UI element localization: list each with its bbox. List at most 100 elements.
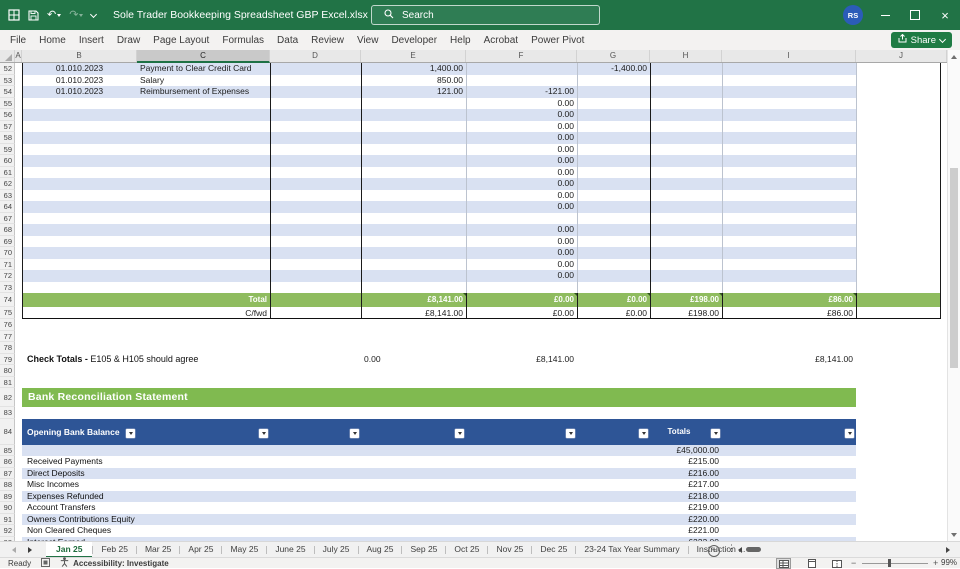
row-number[interactable]: 56 xyxy=(0,109,15,121)
save-icon[interactable] xyxy=(28,8,39,22)
row-number[interactable]: 91 xyxy=(0,513,15,525)
row-number[interactable]: 62 xyxy=(0,178,15,190)
filter-button[interactable] xyxy=(455,428,464,438)
filter-button[interactable] xyxy=(845,428,854,438)
hscroll-right-icon[interactable] xyxy=(946,547,950,553)
ribbon-tab-page-layout[interactable]: Page Layout xyxy=(153,35,209,46)
zoom-slider-thumb[interactable] xyxy=(888,559,891,567)
column-header-j[interactable]: J xyxy=(856,50,947,62)
tab-menu-icon[interactable] xyxy=(727,543,736,554)
row-number[interactable]: 75 xyxy=(0,307,15,319)
row-number[interactable]: 71 xyxy=(0,258,15,270)
cell-e[interactable]: £8,141.00 xyxy=(361,307,466,319)
quick-access-chevron-icon[interactable] xyxy=(90,8,98,22)
search-input[interactable]: Search xyxy=(371,5,600,25)
column-header-d[interactable]: D xyxy=(270,50,361,62)
avatar[interactable]: RS xyxy=(843,5,863,25)
cell-f[interactable]: 0.00 xyxy=(466,132,577,144)
accessibility-status[interactable]: Accessibility: Investigate xyxy=(73,559,169,568)
select-all-corner[interactable] xyxy=(0,50,15,62)
page-break-view-icon[interactable] xyxy=(830,559,843,568)
sheet-tab-nov-25[interactable]: Nov 25 xyxy=(488,542,531,558)
filter-button[interactable] xyxy=(126,428,135,438)
filter-button[interactable] xyxy=(259,428,268,438)
zoom-out-icon[interactable]: − xyxy=(851,558,856,568)
cell-f[interactable]: £8,141.00 xyxy=(466,354,577,366)
cell-f[interactable]: 0.00 xyxy=(466,121,577,133)
cell-f[interactable]: 0.00 xyxy=(466,259,577,271)
sheet-tab-jan-25[interactable]: Jan 25 xyxy=(46,542,93,558)
column-header-g[interactable]: G xyxy=(577,50,650,62)
column-header-f[interactable]: F xyxy=(466,50,577,62)
row-number[interactable]: 77 xyxy=(0,330,15,342)
ribbon-tab-draw[interactable]: Draw xyxy=(117,35,140,46)
sheet-tab-dec-25[interactable]: Dec 25 xyxy=(532,542,575,558)
new-sheet-icon[interactable] xyxy=(708,544,720,557)
row-number[interactable]: 92 xyxy=(0,525,15,537)
vertical-scrollbar[interactable] xyxy=(947,50,960,541)
sheet-tab-may-25[interactable]: May 25 xyxy=(222,542,266,558)
cell-b[interactable]: 01.010.2023 xyxy=(22,75,137,87)
normal-view-icon[interactable] xyxy=(776,558,791,569)
share-button[interactable]: Share xyxy=(890,32,952,48)
cell-f[interactable]: £0.00 xyxy=(466,293,577,307)
cell-h[interactable]: £215.00 xyxy=(650,456,722,468)
sheet-tab-july-25[interactable]: July 25 xyxy=(315,542,358,558)
column-header-b[interactable]: B xyxy=(22,50,137,62)
filter-button[interactable] xyxy=(350,428,359,438)
cell-f[interactable]: 0.00 xyxy=(466,144,577,156)
ribbon-tab-file[interactable]: File xyxy=(10,35,26,46)
ribbon-tab-data[interactable]: Data xyxy=(277,35,298,46)
minimize-button[interactable] xyxy=(872,0,898,30)
restore-button[interactable] xyxy=(902,0,928,30)
tab-nav-left-icon[interactable] xyxy=(12,547,16,553)
cell-h[interactable]: £216.00 xyxy=(650,468,722,480)
cell-c[interactable]: Total xyxy=(137,293,270,307)
filter-button[interactable] xyxy=(566,428,575,438)
row-number[interactable]: 68 xyxy=(0,224,15,236)
row-number[interactable]: 76 xyxy=(0,319,15,331)
cell-e[interactable]: 1,400.00 xyxy=(361,63,466,75)
cell-f[interactable]: 0.00 xyxy=(466,98,577,110)
row-number[interactable]: 88 xyxy=(0,479,15,491)
zoom-slider-track[interactable] xyxy=(862,563,928,564)
ribbon-tab-developer[interactable]: Developer xyxy=(391,35,437,46)
column-header-e[interactable]: E xyxy=(361,50,466,62)
filter-button[interactable] xyxy=(639,428,648,438)
column-header-a[interactable]: A xyxy=(15,50,22,62)
row-number[interactable]: 64 xyxy=(0,201,15,213)
sheet-tab-aug-25[interactable]: Aug 25 xyxy=(359,542,402,558)
cell-f[interactable]: 0.00 xyxy=(466,109,577,121)
cell-f[interactable]: 0.00 xyxy=(466,270,577,282)
sheet-tab-23-24-tax-year-summary[interactable]: 23-24 Tax Year Summary xyxy=(576,542,687,558)
cell-c[interactable]: C/fwd xyxy=(137,307,270,319)
ribbon-tab-home[interactable]: Home xyxy=(39,35,66,46)
vertical-scrollbar-thumb[interactable] xyxy=(950,168,958,368)
row-number[interactable]: 79 xyxy=(0,353,15,365)
row-number[interactable]: 60 xyxy=(0,155,15,167)
cell-g[interactable]: £0.00 xyxy=(577,307,650,319)
cell-f[interactable]: 0.00 xyxy=(466,201,577,213)
row-number[interactable]: 61 xyxy=(0,166,15,178)
row-number[interactable]: 85 xyxy=(0,444,15,456)
sheet-tab-june-25[interactable]: June 25 xyxy=(267,542,313,558)
cell-f[interactable]: 0.00 xyxy=(466,224,577,236)
row-number[interactable]: 80 xyxy=(0,365,15,377)
cell-c[interactable]: Reimbursement of Expenses xyxy=(137,86,270,98)
cell-h[interactable]: £219.00 xyxy=(650,502,722,514)
cell-f[interactable]: 0.00 xyxy=(466,236,577,248)
column-header-h[interactable]: H xyxy=(650,50,722,62)
cell-g[interactable]: £0.00 xyxy=(577,293,650,307)
row-number[interactable]: 63 xyxy=(0,189,15,201)
cell-b[interactable]: 01.010.2023 xyxy=(22,63,137,75)
cell-g[interactable]: -1,400.00 xyxy=(577,63,650,75)
cell-c[interactable]: Payment to Clear Credit Card xyxy=(137,63,270,75)
row-number[interactable]: 73 xyxy=(0,281,15,293)
row-number[interactable]: 86 xyxy=(0,456,15,468)
cell-f[interactable]: 0.00 xyxy=(466,178,577,190)
cell-e[interactable]: 850.00 xyxy=(361,75,466,87)
ribbon-tab-insert[interactable]: Insert xyxy=(79,35,104,46)
cell-b[interactable]: 01.010.2023 xyxy=(22,86,137,98)
row-number[interactable]: 69 xyxy=(0,235,15,247)
row-number[interactable]: 67 xyxy=(0,212,15,224)
